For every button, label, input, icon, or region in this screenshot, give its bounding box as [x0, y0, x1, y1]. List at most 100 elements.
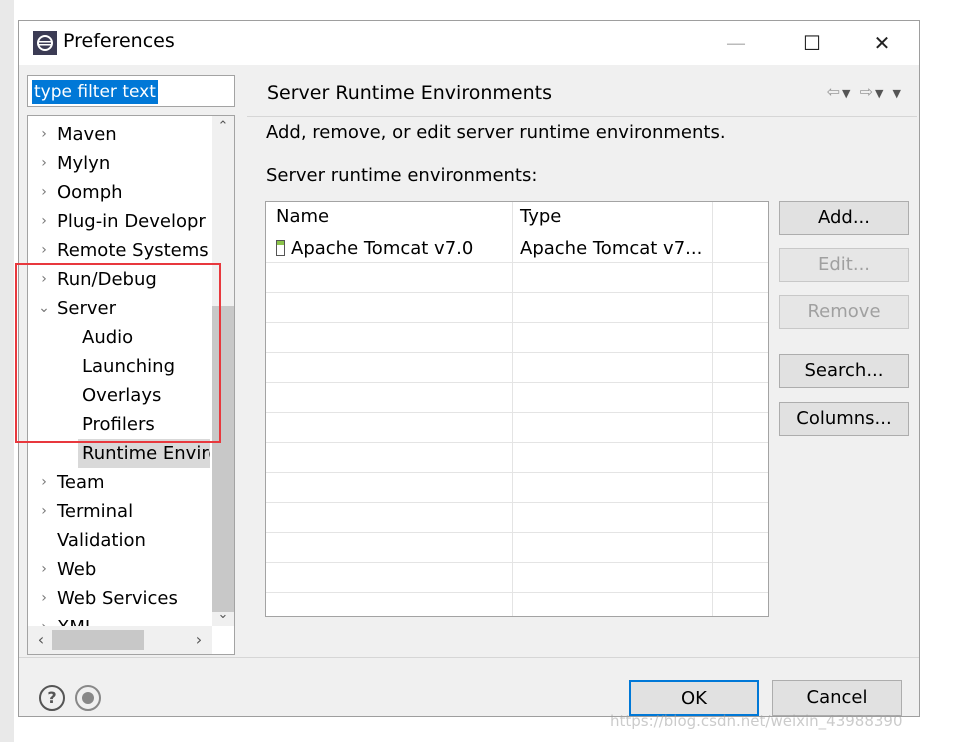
page-description: Add, remove, or edit server runtime envi…: [266, 122, 726, 143]
tree-item-label: Validation: [57, 530, 146, 551]
expand-arrow-icon[interactable]: ›: [36, 555, 52, 584]
tree-item-profilers[interactable]: Profilers: [28, 410, 210, 439]
back-arrow-icon[interactable]: ⇦: [827, 82, 842, 101]
tree-hscroll-thumb[interactable]: [52, 630, 144, 650]
record-macro-icon[interactable]: [75, 685, 101, 711]
tree-item-launching[interactable]: Launching: [28, 352, 210, 381]
forward-menu-icon[interactable]: ▼: [875, 87, 885, 100]
tree-item-server[interactable]: ⌄ Server: [28, 294, 210, 323]
tree-item-overlays[interactable]: Overlays: [28, 381, 210, 410]
tree-item-web[interactable]: › Web: [28, 555, 210, 584]
expand-arrow-icon[interactable]: ›: [36, 468, 52, 497]
background-right: [920, 0, 965, 742]
tree-item-web-services[interactable]: › Web Services: [28, 584, 210, 613]
background-window-edge: [0, 0, 14, 742]
row-divider: [266, 382, 768, 383]
tree-item-label: Run/Debug: [57, 269, 157, 290]
row-divider: [266, 322, 768, 323]
page-header: Server Runtime Environments ⇦▼ ⇨▼ ▼: [247, 73, 917, 117]
expand-arrow-icon[interactable]: ›: [36, 236, 52, 265]
tree-item-mylyn[interactable]: › Mylyn: [28, 149, 210, 178]
tree-item-label: Maven: [57, 124, 117, 145]
tree-item-validation[interactable]: Validation: [28, 526, 210, 555]
close-icon: ✕: [873, 31, 891, 55]
row-divider: [266, 262, 768, 263]
footer-divider: [19, 657, 919, 658]
tree-item-label: Audio: [82, 327, 134, 348]
preferences-tree[interactable]: › Maven › Mylyn › Oomph › Plug-in Developr › Remo…: [27, 115, 235, 655]
expand-arrow-icon[interactable]: ›: [36, 120, 52, 149]
runtime-table[interactable]: Name Type Apache Tomcat v7.0 Apache Tomc…: [265, 201, 769, 617]
help-icon[interactable]: ?: [39, 685, 65, 711]
tree-item-label: Web Services: [57, 588, 178, 609]
minimize-button[interactable]: —: [709, 25, 763, 61]
row-divider: [266, 472, 768, 473]
edit-button[interactable]: Edit...: [779, 248, 909, 282]
tree-item-maven[interactable]: › Maven: [28, 120, 210, 149]
back-menu-icon[interactable]: ▼: [842, 87, 852, 100]
expand-arrow-icon[interactable]: ›: [36, 207, 52, 236]
filter-field[interactable]: type filter text: [27, 75, 235, 107]
add-button[interactable]: Add...: [779, 201, 909, 235]
row-divider: [266, 442, 768, 443]
server-runtime-icon: [276, 240, 285, 256]
tree-scroll-thumb[interactable]: [212, 306, 234, 612]
columns-button[interactable]: Columns...: [779, 402, 909, 436]
row-divider: [266, 562, 768, 563]
collapse-arrow-icon[interactable]: ⌄: [36, 294, 52, 323]
scroll-left-icon[interactable]: ‹: [30, 628, 52, 652]
expand-arrow-icon[interactable]: ›: [36, 265, 52, 294]
forward-arrow-icon[interactable]: ⇨: [860, 82, 875, 101]
tree-item-label: Team: [57, 472, 105, 493]
eclipse-icon: [33, 31, 57, 55]
column-header-type[interactable]: Type: [520, 206, 561, 227]
preferences-dialog: Preferences — ☐ ✕ type filter text ›Mave…: [18, 20, 920, 717]
row-divider: [266, 592, 768, 593]
row-divider: [266, 412, 768, 413]
column-divider: [512, 202, 513, 616]
column-divider: [712, 202, 713, 616]
cancel-button[interactable]: Cancel: [772, 680, 902, 716]
minimize-icon: —: [726, 31, 746, 55]
scroll-up-icon[interactable]: ⌃: [212, 116, 234, 138]
expand-arrow-icon[interactable]: ›: [36, 497, 52, 526]
runtime-name-cell: Apache Tomcat v7.0: [276, 238, 473, 259]
tree-item-run-debug[interactable]: › Run/Debug: [28, 265, 210, 294]
tree-item-oomph[interactable]: › Oomph: [28, 178, 210, 207]
scroll-down-icon[interactable]: ⌄: [212, 604, 234, 626]
maximize-button[interactable]: ☐: [785, 25, 839, 61]
page-navigation: ⇦▼ ⇨▼ ▼: [827, 82, 903, 101]
search-button[interactable]: Search...: [779, 354, 909, 388]
tree-item-label: Runtime Enviro: [78, 439, 210, 468]
window-title: Preferences: [63, 30, 175, 52]
tree-item-remote-systems[interactable]: › Remote Systems: [28, 236, 210, 265]
title-bar: Preferences — ☐ ✕: [19, 21, 919, 65]
tree-item-label: Mylyn: [57, 153, 111, 174]
page-title: Server Runtime Environments: [267, 82, 552, 104]
tree-item-plug-in-developr[interactable]: › Plug-in Developr: [28, 207, 210, 236]
row-divider: [266, 352, 768, 353]
tree-item-label: Plug-in Developr: [57, 211, 206, 232]
tree-item-label: Overlays: [82, 385, 162, 406]
tree-item-label: Remote Systems: [57, 240, 209, 261]
ok-button[interactable]: OK: [629, 680, 759, 716]
tree-item-runtime-enviro[interactable]: Runtime Enviro: [28, 439, 210, 468]
tree-horizontal-scrollbar[interactable]: ‹ ›: [28, 626, 212, 654]
expand-arrow-icon[interactable]: ›: [36, 178, 52, 207]
scroll-right-icon[interactable]: ›: [188, 628, 210, 652]
tree-item-terminal[interactable]: › Terminal: [28, 497, 210, 526]
tree-item-audio[interactable]: Audio: [28, 323, 210, 352]
expand-arrow-icon[interactable]: ›: [36, 584, 52, 613]
tree-vertical-scrollbar[interactable]: ⌃ ⌄: [212, 116, 234, 626]
watermark: https://blog.csdn.net/weixin_43988390: [610, 712, 903, 730]
column-header-name[interactable]: Name: [276, 206, 329, 227]
tree-item-label: Server: [57, 298, 117, 319]
close-button[interactable]: ✕: [855, 25, 909, 61]
expand-arrow-icon[interactable]: ›: [36, 149, 52, 178]
remove-button[interactable]: Remove: [779, 295, 909, 329]
tree-item-team[interactable]: › Team: [28, 468, 210, 497]
view-menu-icon[interactable]: ▼: [893, 87, 903, 100]
tree-item-label: Launching: [82, 356, 176, 377]
row-divider: [266, 532, 768, 533]
maximize-icon: ☐: [803, 31, 821, 55]
